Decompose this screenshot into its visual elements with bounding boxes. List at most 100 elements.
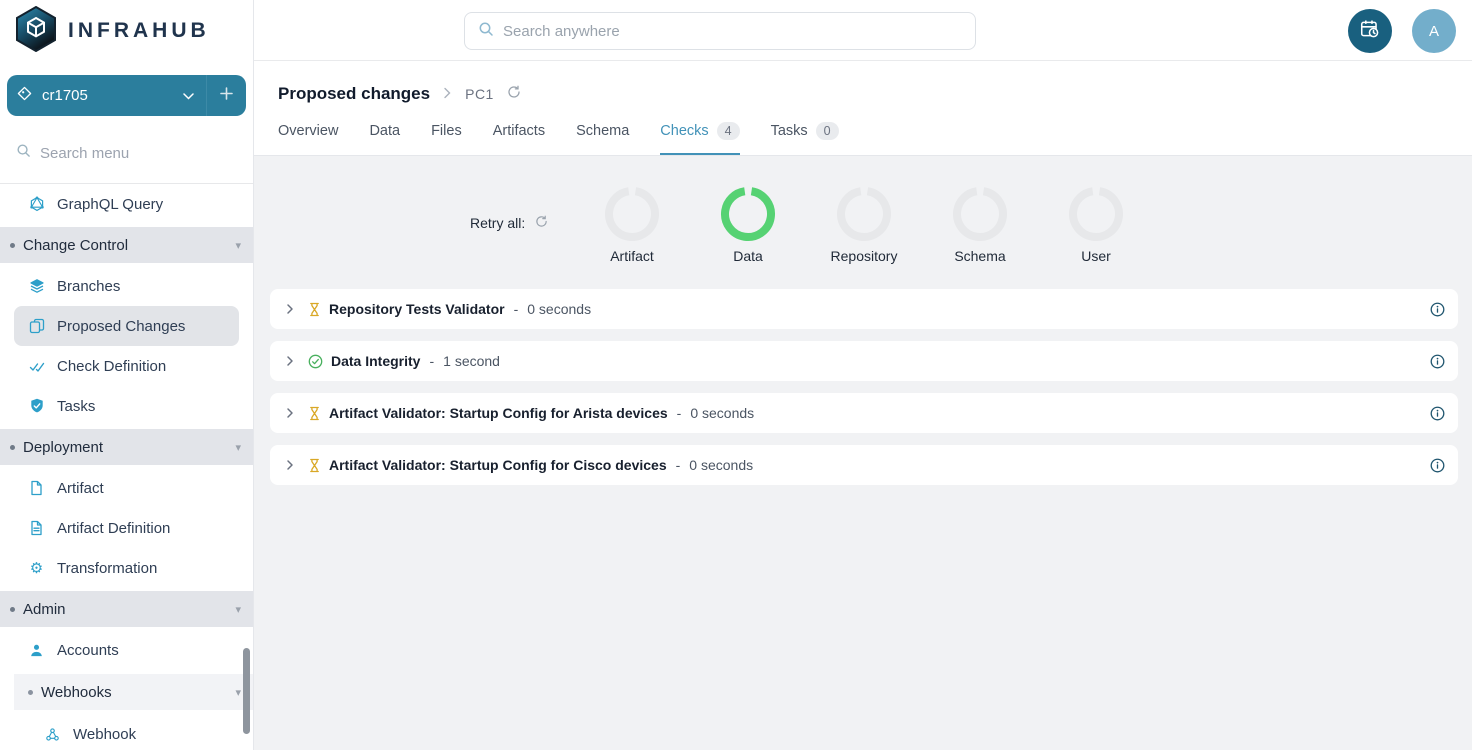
webhook-icon	[44, 727, 61, 742]
person-icon	[28, 643, 45, 658]
sidebar-item-label: Webhook	[73, 726, 136, 743]
collapse-triangle-icon[interactable]: ▾	[235, 603, 241, 616]
user-avatar[interactable]: A	[1412, 9, 1456, 53]
retry-all-refresh-icon[interactable]	[535, 215, 548, 231]
sidebar-subsection-webhooks[interactable]: Webhooks ▾	[14, 674, 253, 710]
gear-icon: ⚙	[28, 561, 45, 576]
bullet-icon	[10, 445, 15, 450]
expand-chevron-icon[interactable]	[280, 351, 300, 371]
validator-row-data-integrity[interactable]: Data Integrity - 1 second	[270, 341, 1458, 381]
sidebar-item-tasks[interactable]: Tasks	[0, 386, 253, 426]
global-search-input[interactable]	[503, 23, 943, 40]
branch-selector[interactable]: cr1705	[7, 75, 246, 116]
sidebar-item-label: Tasks	[57, 398, 95, 415]
tab-checks[interactable]: Checks 4	[660, 112, 739, 155]
sidebar-item-artifact[interactable]: Artifact	[0, 468, 253, 508]
refresh-icon[interactable]	[507, 85, 521, 104]
progress-ring-icon	[604, 186, 660, 242]
expand-chevron-icon[interactable]	[280, 299, 300, 319]
category-repository[interactable]: Repository	[806, 186, 922, 264]
validator-row-cisco-artifacts[interactable]: Artifact Validator: Startup Config for C…	[270, 445, 1458, 485]
search-icon	[16, 143, 31, 163]
sidebar-item-label: Check Definition	[57, 358, 166, 375]
branch-chevron-down-icon[interactable]	[171, 87, 206, 104]
sidebar-scrollbar[interactable]	[243, 648, 250, 734]
hourglass-icon	[308, 458, 321, 473]
validator-name: Data Integrity	[331, 353, 420, 369]
expand-chevron-icon[interactable]	[280, 455, 300, 475]
time-travel-button[interactable]	[1348, 9, 1392, 53]
validator-name: Artifact Validator: Startup Config for A…	[329, 405, 668, 421]
sidebar-item-label: Proposed Changes	[57, 318, 185, 335]
sidebar-section-admin[interactable]: Admin ▾	[0, 591, 253, 627]
sidebar-item-check-definition[interactable]: Check Definition	[0, 346, 253, 386]
sidebar-item-artifact-definition[interactable]: Artifact Definition	[0, 508, 253, 548]
branch-icon	[17, 86, 32, 105]
category-artifact[interactable]: Artifact	[574, 186, 690, 264]
sidebar-section-deployment[interactable]: Deployment ▾	[0, 429, 253, 465]
tab-data[interactable]: Data	[369, 112, 400, 155]
validator-duration: 1 second	[443, 353, 500, 369]
check-circle-icon	[308, 354, 323, 369]
sidebar-item-transformation[interactable]: ⚙ Transformation	[0, 548, 253, 588]
sidebar-section-change-control[interactable]: Change Control ▾	[0, 227, 253, 263]
sidebar-item-graphql-query[interactable]: GraphQL Query	[0, 184, 253, 224]
sidebar-search[interactable]	[0, 133, 253, 173]
info-icon[interactable]	[1430, 458, 1445, 473]
collapse-triangle-icon[interactable]: ▾	[235, 239, 241, 252]
checks-panel: Retry all: Artifact Data Repository Sche…	[254, 156, 1472, 750]
breadcrumb-chevron-icon	[443, 86, 452, 102]
document-lines-icon	[28, 520, 45, 536]
global-search[interactable]	[464, 12, 976, 50]
validator-row-arista-artifacts[interactable]: Artifact Validator: Startup Config for A…	[270, 393, 1458, 433]
bullet-icon	[10, 607, 15, 612]
collapse-triangle-icon[interactable]: ▾	[235, 686, 241, 699]
sidebar-search-input[interactable]	[40, 145, 220, 162]
sidebar-item-webhook[interactable]: Webhook	[0, 714, 253, 754]
sidebar-item-label: Artifact	[57, 480, 104, 497]
bullet-icon	[28, 690, 33, 695]
retry-all-label: Retry all:	[470, 215, 525, 231]
category-user[interactable]: User	[1038, 186, 1154, 264]
tab-bar: Overview Data Files Artifacts Schema Che…	[254, 112, 839, 155]
validator-duration: 0 seconds	[527, 301, 591, 317]
validator-row-repository-tests[interactable]: Repository Tests Validator - 0 seconds	[270, 289, 1458, 329]
category-label: Data	[733, 248, 763, 264]
info-icon[interactable]	[1430, 302, 1445, 317]
collapse-triangle-icon[interactable]: ▾	[235, 441, 241, 454]
calendar-clock-icon	[1359, 18, 1381, 45]
sidebar-item-label: GraphQL Query	[57, 196, 163, 213]
separator: -	[677, 405, 682, 421]
expand-chevron-icon[interactable]	[280, 403, 300, 423]
tab-schema[interactable]: Schema	[576, 112, 629, 155]
category-schema[interactable]: Schema	[922, 186, 1038, 264]
sidebar: INFRAHUB cr1705 GraphQL Query	[0, 0, 254, 750]
section-label: Admin	[23, 601, 66, 618]
retry-all: Retry all:	[470, 215, 548, 231]
sidebar-item-label: Transformation	[57, 560, 157, 577]
category-label: Artifact	[610, 248, 654, 264]
tab-files[interactable]: Files	[431, 112, 462, 155]
validator-duration: 0 seconds	[690, 405, 754, 421]
progress-ring-icon	[720, 186, 776, 242]
add-branch-button[interactable]	[207, 87, 246, 104]
breadcrumb: Proposed changes PC1	[254, 61, 1472, 104]
separator: -	[676, 457, 681, 473]
sidebar-item-branches[interactable]: Branches	[0, 266, 253, 306]
hourglass-icon	[308, 302, 321, 317]
info-icon[interactable]	[1430, 406, 1445, 421]
page-header: Proposed changes PC1 Overview Data Files…	[254, 61, 1472, 156]
category-data[interactable]: Data	[690, 186, 806, 264]
tab-overview[interactable]: Overview	[278, 112, 338, 155]
tab-artifacts[interactable]: Artifacts	[493, 112, 545, 155]
retry-all-row: Retry all: Artifact Data Repository Sche…	[254, 156, 1472, 266]
sidebar-item-proposed-changes[interactable]: Proposed Changes	[14, 306, 239, 346]
tab-tasks[interactable]: Tasks 0	[771, 112, 839, 155]
category-label: Schema	[954, 248, 1005, 264]
search-icon	[478, 21, 494, 42]
sidebar-item-accounts[interactable]: Accounts	[0, 630, 253, 670]
proposed-changes-icon	[28, 318, 45, 334]
info-icon[interactable]	[1430, 354, 1445, 369]
separator: -	[429, 353, 434, 369]
app-logo[interactable]: INFRAHUB	[0, 0, 253, 62]
